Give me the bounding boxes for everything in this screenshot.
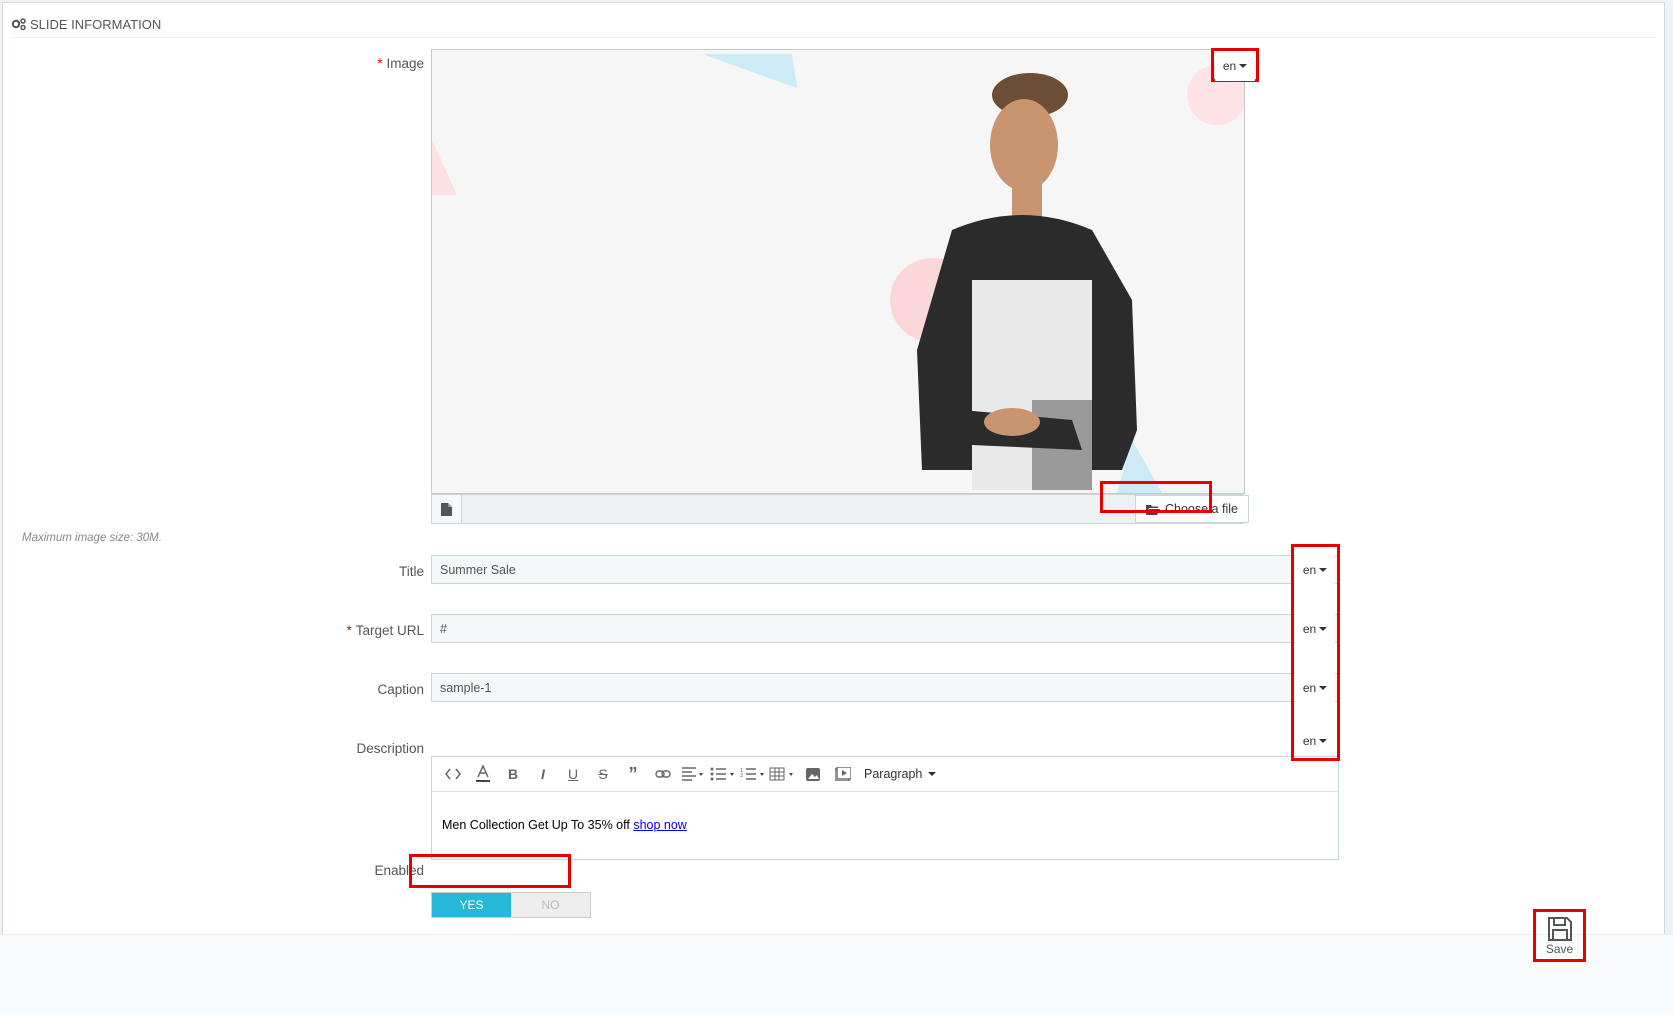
slide-image-preview [431, 49, 1245, 494]
text-color-icon[interactable] [468, 761, 498, 787]
editor-toolbar: B I U S ” 12 Paragraph [432, 757, 1338, 792]
caption-input[interactable]: sample-1 [431, 673, 1339, 702]
enabled-label: Enabled [374, 863, 424, 878]
image-lang-dropdown[interactable]: en [1215, 51, 1255, 81]
file-input[interactable] [431, 494, 1243, 524]
panel-footer [0, 934, 1673, 1015]
image-label: * Image [377, 56, 424, 71]
title-input[interactable]: Summer Sale [431, 555, 1339, 584]
caret-down-icon [1239, 64, 1248, 68]
title-label: Title [398, 564, 424, 579]
description-lang-dropdown[interactable]: en [1295, 726, 1335, 756]
floppy-disk-icon [1547, 916, 1572, 941]
italic-icon[interactable]: I [528, 761, 558, 787]
description-editor[interactable]: B I U S ” 12 Paragraph Men Collection Ge… [431, 756, 1339, 860]
caret-down-icon [1319, 568, 1328, 572]
file-icon [432, 495, 462, 523]
panel-heading: SLIDE INFORMATION [11, 11, 1656, 38]
choose-file-button[interactable]: Choose a file [1135, 495, 1249, 523]
panel-title: SLIDE INFORMATION [30, 16, 162, 32]
editor-content[interactable]: Men Collection Get Up To 35% off shop no… [432, 792, 1338, 858]
bullet-list-icon[interactable] [708, 761, 738, 787]
target-url-input[interactable]: # [431, 614, 1339, 643]
switch-yes-option[interactable]: YES [432, 893, 511, 917]
target-url-lang-dropdown[interactable]: en [1295, 614, 1335, 644]
caption-label: Caption [377, 682, 424, 697]
caret-down-icon [1319, 686, 1328, 690]
description-label: Description [356, 741, 424, 756]
bold-icon[interactable]: B [498, 761, 528, 787]
title-lang-dropdown[interactable]: en [1295, 555, 1335, 585]
blockquote-icon[interactable]: ” [618, 761, 648, 787]
target-url-label: * Target URL [346, 623, 424, 638]
switch-no-option[interactable]: NO [511, 893, 590, 917]
caret-down-icon [1319, 627, 1328, 631]
folder-open-icon [1146, 504, 1160, 515]
caret-down-icon [1319, 739, 1328, 743]
required-mark: * [377, 56, 383, 71]
required-mark: * [346, 623, 352, 638]
save-label: Save [1545, 941, 1574, 956]
save-button[interactable]: Save [1536, 912, 1583, 959]
numbered-list-icon[interactable]: 12 [738, 761, 768, 787]
underline-icon[interactable]: U [558, 761, 588, 787]
table-icon[interactable] [768, 761, 798, 787]
shop-now-link[interactable]: shop now [633, 818, 687, 832]
slide-image [432, 50, 1244, 493]
cogs-icon [11, 18, 26, 31]
paragraph-format-dropdown[interactable]: Paragraph [858, 761, 942, 787]
caret-down-icon [928, 772, 937, 776]
enabled-switch[interactable]: YES NO [431, 892, 591, 918]
svg-text:2: 2 [740, 773, 743, 779]
source-code-icon[interactable] [438, 761, 468, 787]
image-help-text: Maximum image size: 30M. [22, 532, 162, 544]
video-icon[interactable] [828, 761, 858, 787]
caption-lang-dropdown[interactable]: en [1295, 673, 1335, 703]
strikethrough-icon[interactable]: S [588, 761, 618, 787]
link-icon[interactable] [648, 761, 678, 787]
align-left-icon[interactable] [678, 761, 708, 787]
image-icon[interactable] [798, 761, 828, 787]
